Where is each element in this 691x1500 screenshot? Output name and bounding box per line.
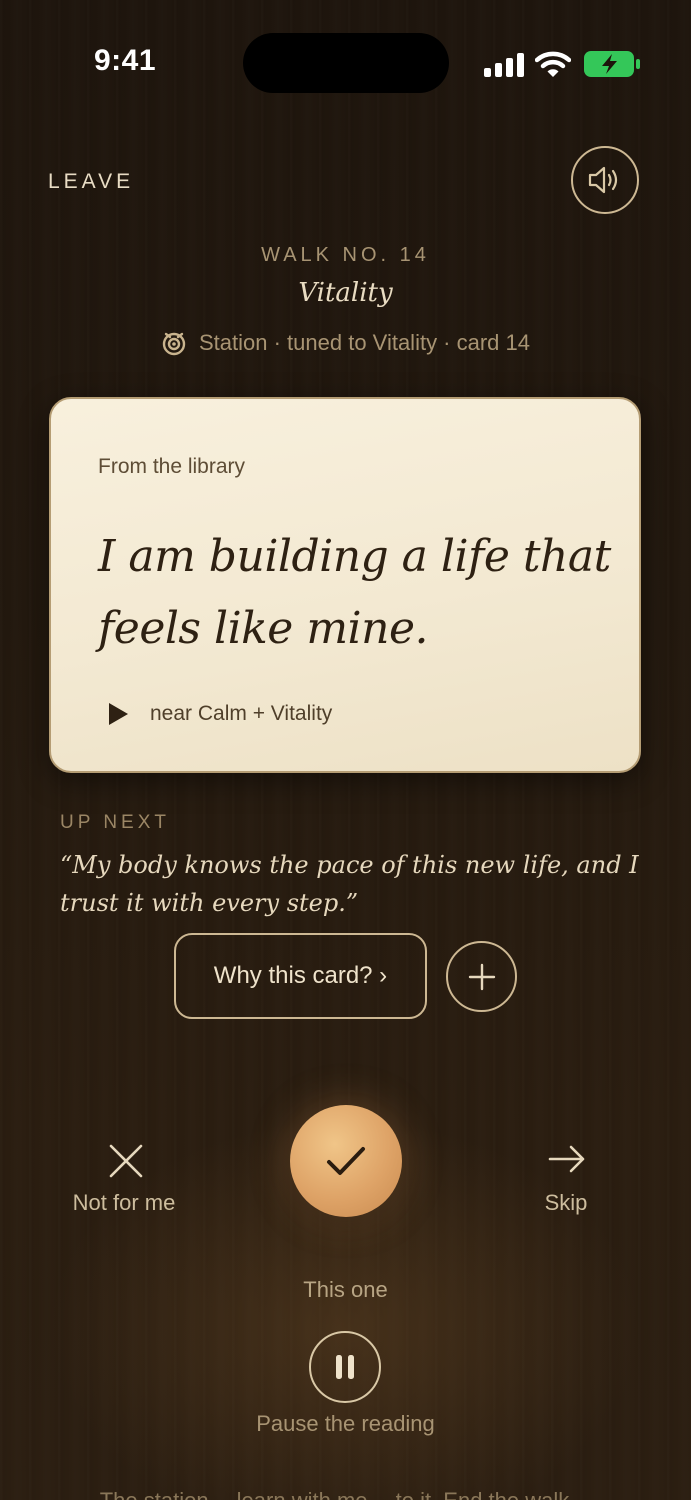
pause-icon [336, 1355, 354, 1379]
up-next-label: UP NEXT [60, 812, 171, 833]
why-this-card-button[interactable]: Why this card? › [174, 933, 427, 1019]
walk-theme: Vitality [298, 278, 393, 308]
cellular-signal-icon [484, 53, 524, 77]
plus-icon [468, 963, 495, 990]
walk-number: WALK NO. 14 [261, 244, 430, 266]
station-icon [162, 332, 186, 356]
not-for-me-button[interactable]: Not for me [54, 1190, 194, 1216]
wifi-icon [535, 51, 571, 77]
this-one-label: This one [303, 1277, 388, 1302]
battery-charging-icon [584, 51, 640, 77]
card-quote: I am building a life that feels like min… [98, 531, 611, 654]
leave-button[interactable]: LEAVE [48, 170, 134, 194]
skip-button[interactable]: Skip [516, 1190, 616, 1216]
arrow-right-icon[interactable] [548, 1144, 586, 1174]
sound-toggle-button[interactable] [571, 146, 639, 214]
add-button[interactable] [446, 941, 517, 1012]
station-text: Station · tuned to Vitality · card 14 [199, 330, 530, 355]
affirmation-card[interactable]: From the library I am building a life th… [49, 397, 641, 773]
card-near-text: near Calm + Vitality [150, 702, 333, 725]
close-icon[interactable] [108, 1143, 144, 1179]
card-source: From the library [98, 455, 246, 478]
accept-button[interactable] [290, 1105, 402, 1217]
status-time: 9:41 [94, 44, 157, 77]
station-info: Station · tuned to Vitality · card 14 [0, 330, 691, 356]
up-next-quote: “My body knows the pace of this new life… [60, 851, 639, 917]
pause-reading-label[interactable]: Pause the reading [0, 1411, 691, 1437]
checkmark-icon [327, 1147, 365, 1175]
play-icon[interactable] [107, 702, 129, 726]
footer-text: The station… learn with me… to it. End t… [40, 1488, 651, 1500]
speaker-icon [588, 166, 618, 194]
pause-button[interactable] [309, 1331, 381, 1403]
dynamic-island [243, 33, 449, 93]
